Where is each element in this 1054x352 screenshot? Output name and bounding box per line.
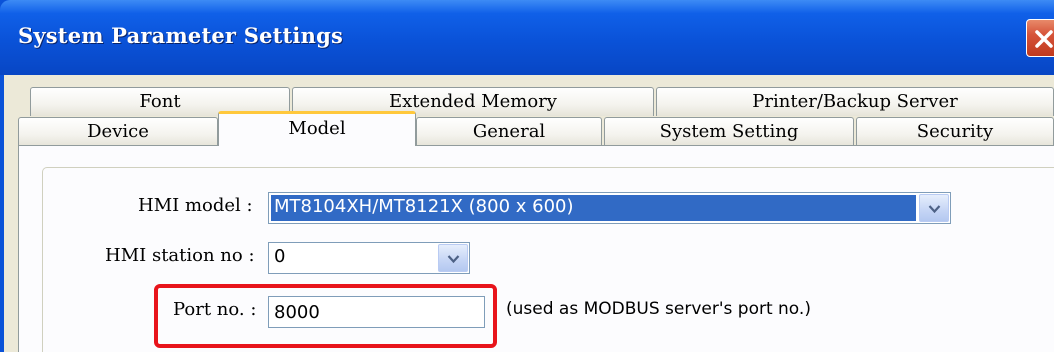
close-icon xyxy=(1035,30,1053,48)
tab-model[interactable]: Model xyxy=(218,111,416,146)
hmi-station-value: 0 xyxy=(274,246,286,267)
title-bar[interactable]: System Parameter Settings xyxy=(0,0,1054,75)
port-note: (used as MODBUS server's port no.) xyxy=(506,299,811,319)
port-input-field[interactable] xyxy=(269,297,484,327)
tab-general[interactable]: General xyxy=(416,117,602,146)
hmi-model-label: HMI model : xyxy=(138,195,253,216)
hmi-station-dropdown-button[interactable] xyxy=(438,244,468,272)
window-title: System Parameter Settings xyxy=(18,23,343,48)
hmi-station-label: HMI station no : xyxy=(105,245,255,266)
hmi-model-value: MT8104XH/MT8121X (800 x 600) xyxy=(274,196,574,217)
port-input[interactable] xyxy=(268,296,485,328)
hmi-model-select[interactable]: MT8104XH/MT8121X (800 x 600) xyxy=(268,192,951,224)
hmi-model-dropdown-button[interactable] xyxy=(919,194,949,222)
chevron-down-icon xyxy=(928,205,941,214)
tab-printer-backup-server[interactable]: Printer/Backup Server xyxy=(656,87,1054,116)
tab-device[interactable]: Device xyxy=(18,117,218,146)
tab-system-setting[interactable]: System Setting xyxy=(604,117,854,146)
tab-security[interactable]: Security xyxy=(856,117,1054,146)
port-label: Port no. : xyxy=(173,299,257,320)
close-button[interactable] xyxy=(1026,19,1054,57)
chevron-down-icon xyxy=(447,255,460,264)
hmi-station-select[interactable]: 0 xyxy=(268,242,470,274)
